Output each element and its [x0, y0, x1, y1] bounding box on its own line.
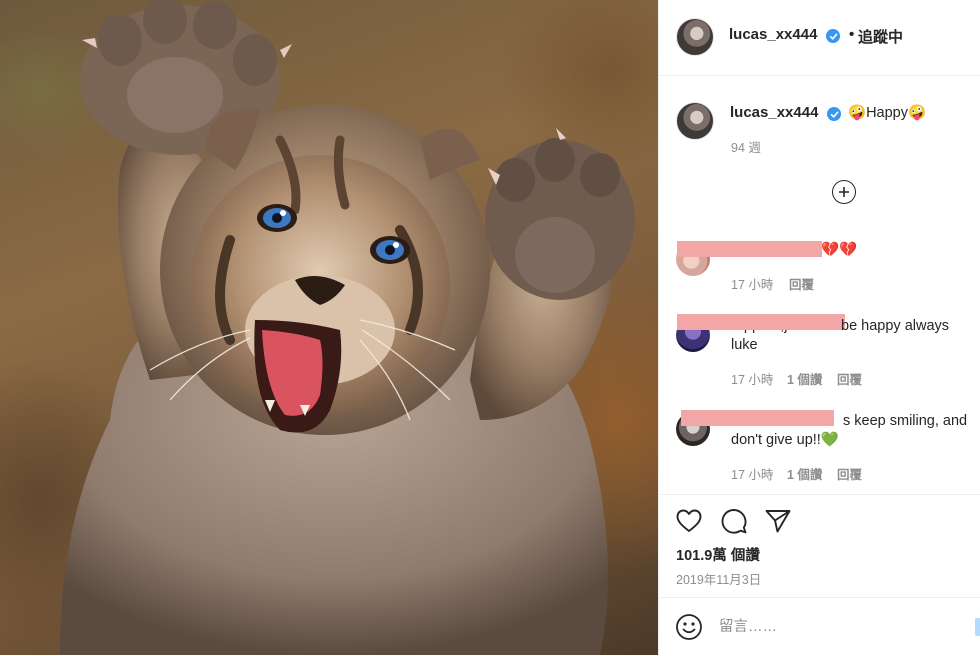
comment-text: 💔💔	[821, 242, 858, 258]
caption-age[interactable]: 94 週	[731, 137, 761, 156]
comment-age[interactable]: 17 小時	[731, 464, 773, 483]
comment-text: be happy always luke	[731, 318, 950, 353]
smiley-icon[interactable]	[674, 612, 704, 642]
paper-plane-icon[interactable]	[763, 506, 793, 536]
following-button[interactable]: 追蹤中	[858, 26, 903, 47]
post-side-panel: lucas_xx444 • 追蹤中 lucas_xx444 🤪Happy🤪 94…	[658, 0, 980, 655]
comment-icon[interactable]	[719, 506, 749, 536]
cougar-cub-illustration	[60, 0, 635, 655]
post-header: lucas_xx444 • 追蹤中	[659, 0, 980, 76]
comment-age[interactable]: 17 小時	[731, 274, 773, 293]
post-photo[interactable]	[0, 0, 658, 655]
heart-icon[interactable]	[674, 506, 704, 536]
caption-verified-badge-icon	[827, 107, 841, 121]
post-date[interactable]: 2019年11月3日	[676, 569, 761, 588]
follow-separator: •	[849, 26, 855, 43]
caption-text: 🤪Happy🤪	[848, 104, 926, 121]
comment-text: s keep smiling, and don't give up!!💚	[731, 413, 968, 448]
actions-divider	[659, 494, 980, 495]
post-comment-button[interactable]	[975, 618, 980, 636]
reply-button[interactable]: 回覆	[837, 369, 862, 388]
redacted-username	[677, 241, 822, 257]
comment-likes[interactable]: 1 個讚	[787, 464, 822, 483]
comment-likes[interactable]: 1 個讚	[787, 369, 822, 388]
caption-emoji-right: 🤪	[907, 105, 927, 121]
caption-author-avatar[interactable]	[676, 102, 714, 140]
comment-input[interactable]	[719, 616, 959, 638]
comment-bar	[659, 597, 980, 656]
reply-button[interactable]: 回覆	[837, 464, 862, 483]
author-username[interactable]: lucas_xx444	[729, 26, 817, 43]
caption-username[interactable]: lucas_xx444	[730, 104, 818, 121]
caption-body: Happy	[866, 105, 908, 121]
caption-emoji-left: 🤪	[848, 105, 867, 121]
author-avatar[interactable]	[676, 18, 714, 56]
verified-badge-icon	[826, 29, 840, 43]
plus-circle-icon[interactable]	[832, 180, 856, 204]
like-count[interactable]: 101.9萬 個讚	[676, 544, 760, 565]
reply-button[interactable]: 回覆	[789, 274, 814, 293]
comment-age[interactable]: 17 小時	[731, 369, 773, 388]
